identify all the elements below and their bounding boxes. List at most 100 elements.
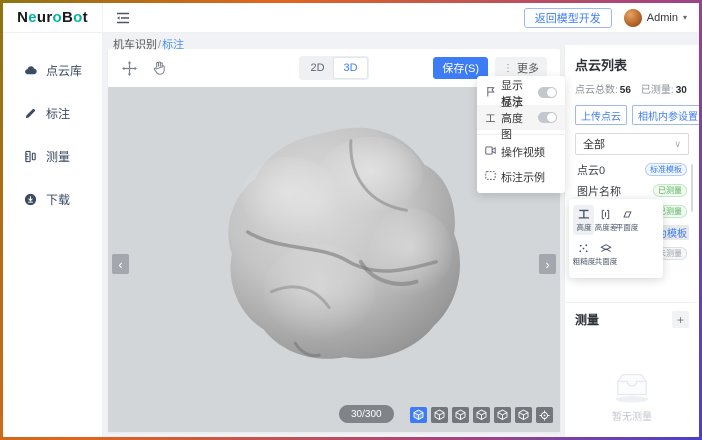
view-orientation-bar	[410, 407, 553, 423]
height-tool-icon: 工	[578, 208, 589, 220]
view-front-button[interactable]	[431, 407, 448, 423]
logo-part: o	[53, 9, 62, 26]
show-annotations-toggle[interactable]	[538, 87, 557, 98]
chevron-right-icon: ›	[545, 258, 549, 271]
measure-section-header: 测量 +	[575, 311, 689, 328]
upload-pointcloud-button[interactable]: 上传点云	[575, 105, 627, 125]
list-item[interactable]: 点云0 标准模板	[575, 162, 689, 177]
stat-measured: 已测量:30	[641, 81, 687, 96]
chevron-down-icon: ∨	[674, 139, 681, 150]
tool-label: 共面度	[594, 256, 617, 266]
app-logo: NeuroBot	[3, 3, 103, 32]
sidebar-item-measure[interactable]: 测量	[3, 135, 102, 178]
height-icon: 工	[485, 110, 496, 125]
flatness-icon	[621, 208, 633, 220]
user-name: Admin	[647, 12, 678, 24]
view-left-button[interactable]	[473, 407, 490, 423]
filter-select[interactable]: 全部 ∨	[575, 133, 689, 155]
view-back-button[interactable]	[452, 407, 469, 423]
measured-tag: 已测量	[653, 184, 687, 197]
example-icon	[485, 171, 496, 183]
sidebar-item-pointcloud-library[interactable]: 点云库	[3, 49, 102, 92]
mode-2d-button[interactable]: 2D	[301, 58, 334, 78]
stat-total: 点云总数:56	[575, 81, 631, 96]
logo-part: N	[17, 9, 28, 26]
back-to-model-dev-button[interactable]: 返回模型开发	[524, 8, 612, 28]
panel-divider	[565, 302, 699, 303]
hand-drag-icon[interactable]	[151, 60, 168, 77]
sidebar-item-label: 测量	[46, 148, 70, 165]
menu-item-label: 标注示例	[501, 169, 545, 185]
tool-coplanarity[interactable]: 共面度	[595, 239, 616, 269]
view-isometric-button[interactable]	[410, 407, 427, 423]
item-name: 图片名称	[577, 183, 621, 199]
list-item[interactable]: 图片名称 已测量	[575, 183, 689, 198]
menu-item-annotation-example[interactable]: 标注示例	[477, 164, 565, 189]
stat-label: 点云总数:	[575, 85, 618, 96]
breadcrumb: 机车识别/标注	[113, 36, 184, 52]
chevron-left-icon: ‹	[118, 258, 122, 271]
sidebar-item-download[interactable]: 下载	[3, 178, 102, 221]
coplanarity-icon	[600, 242, 612, 254]
show-heightmap-toggle[interactable]	[538, 112, 557, 123]
download-icon	[24, 193, 37, 206]
logo-part: t	[83, 9, 88, 26]
more-dropdown-menu: 显示标注 工 显示高度图 操作视频 标注示例	[477, 76, 565, 193]
top-header: NeuroBot 返回模型开发 Admin ▾	[3, 3, 699, 33]
tool-roughness[interactable]: 粗糙度	[573, 239, 594, 269]
template-tag: 标准模板	[645, 163, 687, 176]
item-name: 点云0	[577, 162, 605, 178]
tool-label: 高度	[576, 222, 591, 232]
tool-height-difference[interactable]: 高度差	[595, 205, 616, 235]
view-top-button[interactable]	[515, 407, 532, 423]
next-image-button[interactable]: ›	[539, 254, 556, 274]
view-right-button[interactable]	[494, 407, 511, 423]
video-icon	[485, 146, 496, 158]
tool-flatness[interactable]: 平面度	[617, 205, 638, 235]
app-window: NeuroBot 返回模型开发 Admin ▾ 点云库 标注	[0, 0, 702, 440]
breadcrumb-separator: /	[158, 39, 161, 51]
tool-label: 粗糙度	[572, 256, 595, 266]
menu-item-label: 操作视频	[501, 144, 545, 160]
logo-part: ur	[37, 9, 53, 26]
avatar	[624, 9, 642, 27]
cloud-icon	[24, 64, 37, 77]
tool-height[interactable]: 工 高度	[573, 205, 594, 235]
empty-state: 暂无测量	[565, 370, 699, 423]
breadcrumb-current: 标注	[162, 39, 184, 51]
logo-part: o	[73, 9, 82, 26]
ruler-icon	[24, 150, 37, 163]
view-reset-target-button[interactable]	[536, 407, 553, 423]
more-label: 更多	[517, 60, 539, 76]
menu-item-show-heightmap[interactable]: 工 显示高度图	[477, 105, 565, 130]
logo-part: B	[62, 9, 73, 26]
left-sidebar: 点云库 标注 测量 下载	[3, 33, 103, 437]
stat-label: 已测量:	[641, 85, 674, 96]
add-measure-button[interactable]: +	[672, 311, 689, 328]
pagination-badge: 30/300	[339, 405, 394, 423]
sidebar-item-label: 点云库	[46, 62, 82, 79]
mode-3d-button[interactable]: 3D	[334, 58, 367, 78]
tool-label: 高度差	[594, 222, 617, 232]
menu-item-label: 显示高度图	[501, 94, 533, 142]
view-mode-toggle: 2D 3D	[299, 56, 369, 80]
flag-icon	[485, 86, 496, 100]
breadcrumb-parent[interactable]: 机车识别	[113, 39, 157, 51]
panel-title: 点云列表	[575, 55, 689, 74]
menu-item-tutorial-video[interactable]: 操作视频	[477, 139, 565, 164]
panel-stats: 点云总数:56 已测量:30	[575, 81, 689, 96]
sidebar-item-label: 下载	[46, 191, 70, 208]
filter-selected-value: 全部	[583, 136, 605, 152]
pan-move-icon[interactable]	[121, 60, 138, 77]
measure-title: 测量	[575, 311, 599, 328]
collapse-sidebar-icon[interactable]	[115, 10, 131, 26]
list-scrollbar[interactable]	[691, 164, 693, 212]
tooth-model[interactable]	[212, 113, 470, 371]
stat-value: 56	[620, 85, 631, 96]
prev-image-button[interactable]: ‹	[112, 254, 129, 274]
sidebar-item-annotate[interactable]: 标注	[3, 92, 102, 135]
camera-intrinsics-button[interactable]: 相机内参设置	[632, 105, 699, 125]
empty-box-icon	[610, 370, 654, 404]
empty-state-text: 暂无测量	[612, 408, 652, 423]
user-menu[interactable]: Admin ▾	[624, 9, 687, 27]
